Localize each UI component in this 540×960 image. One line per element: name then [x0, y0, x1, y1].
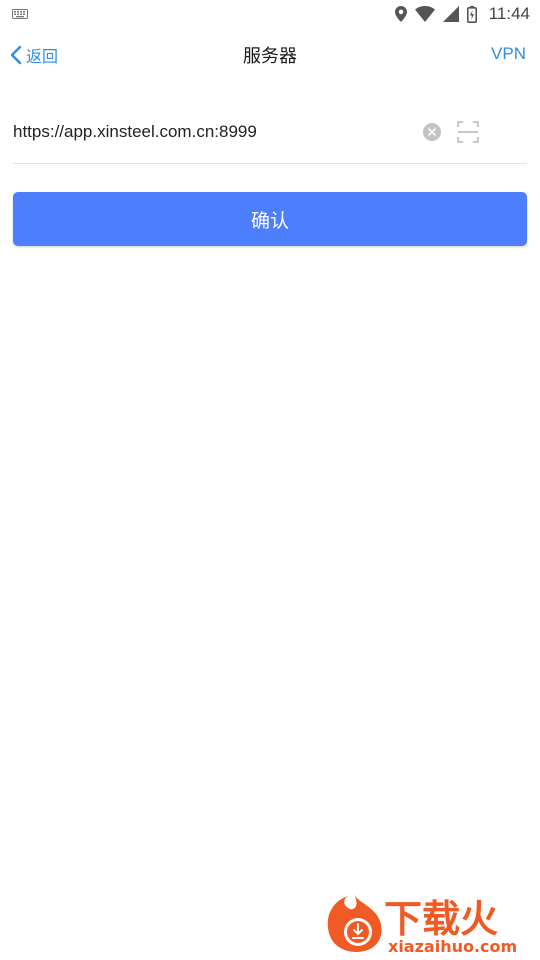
nav-bar: 返回 服务器 VPN: [0, 30, 540, 80]
xiazaihuo-watermark-logo: 下载火 xiazaihuo.com: [327, 894, 517, 956]
keyboard-icon: [12, 9, 28, 19]
wifi-icon: [414, 6, 435, 22]
scan-qr-icon[interactable]: [457, 120, 479, 143]
vpn-button[interactable]: VPN: [491, 44, 526, 64]
svg-text:xiazaihuo.com: xiazaihuo.com: [388, 937, 517, 956]
back-button[interactable]: 返回: [10, 42, 58, 68]
status-time: 11:44: [488, 4, 530, 23]
clear-input-button[interactable]: [423, 122, 441, 141]
back-label: 返回: [26, 49, 59, 66]
chevron-left-icon: [10, 45, 22, 65]
server-settings-screen: 11:44 返回 服务器 VPN 确认: [0, 0, 540, 960]
page-title: 服务器: [243, 46, 297, 66]
server-url-input[interactable]: [13, 111, 423, 152]
close-icon: [428, 127, 436, 136]
battery-icon: [466, 5, 477, 23]
svg-text:下载火: 下载火: [384, 897, 498, 941]
server-input-row: [13, 100, 527, 164]
confirm-button[interactable]: 确认: [13, 192, 527, 246]
location-icon: [394, 6, 407, 22]
cell-signal-icon: [442, 6, 459, 22]
status-bar: 11:44: [0, 0, 540, 28]
